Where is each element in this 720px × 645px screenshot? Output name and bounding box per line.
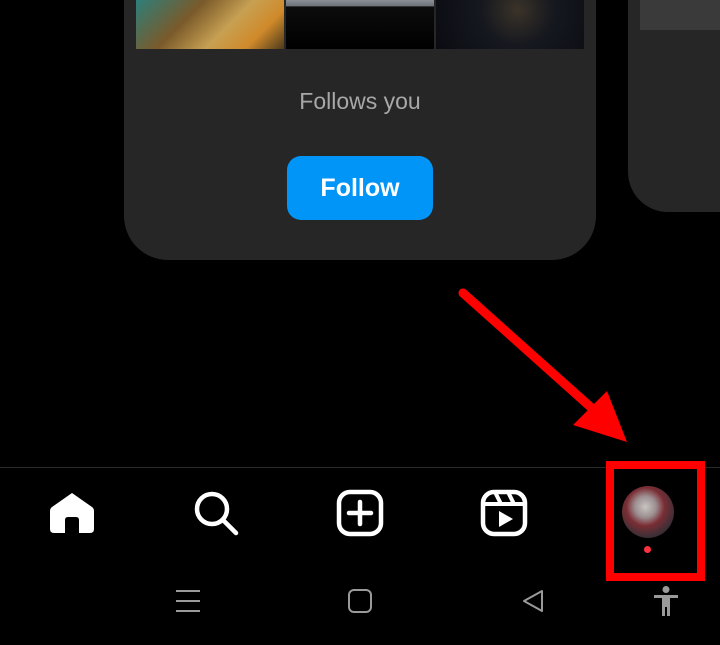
system-back-button[interactable] <box>514 584 550 618</box>
search-icon <box>194 491 239 536</box>
accessibility-icon <box>654 586 678 616</box>
home-square-icon <box>348 589 372 613</box>
tab-search[interactable] <box>189 486 243 540</box>
menu-icon <box>176 590 200 612</box>
plus-square-icon <box>336 489 384 537</box>
post-thumbnails <box>136 0 584 49</box>
follows-you-label: Follows you <box>299 88 421 114</box>
system-menu-button[interactable] <box>170 584 206 618</box>
screen: Follows you Follow <box>0 0 720 645</box>
back-icon <box>523 590 543 612</box>
annotation-highlight-box <box>606 461 705 581</box>
accessibility-button[interactable] <box>646 584 686 618</box>
post-thumbnail[interactable] <box>286 0 434 49</box>
annotation-arrow-icon <box>458 288 627 442</box>
system-home-button[interactable] <box>342 584 378 618</box>
follow-button[interactable]: Follow <box>287 156 433 220</box>
post-thumbnail <box>640 0 720 30</box>
post-thumbnail[interactable] <box>436 0 584 49</box>
tab-create[interactable] <box>333 486 387 540</box>
home-icon <box>50 493 94 533</box>
post-thumbnail[interactable] <box>136 0 284 49</box>
suggestion-card: Follows you Follow <box>124 0 596 260</box>
tab-reels[interactable] <box>477 486 531 540</box>
next-suggestion-card[interactable] <box>628 0 720 212</box>
tab-home[interactable] <box>45 486 99 540</box>
reels-icon <box>480 489 528 537</box>
